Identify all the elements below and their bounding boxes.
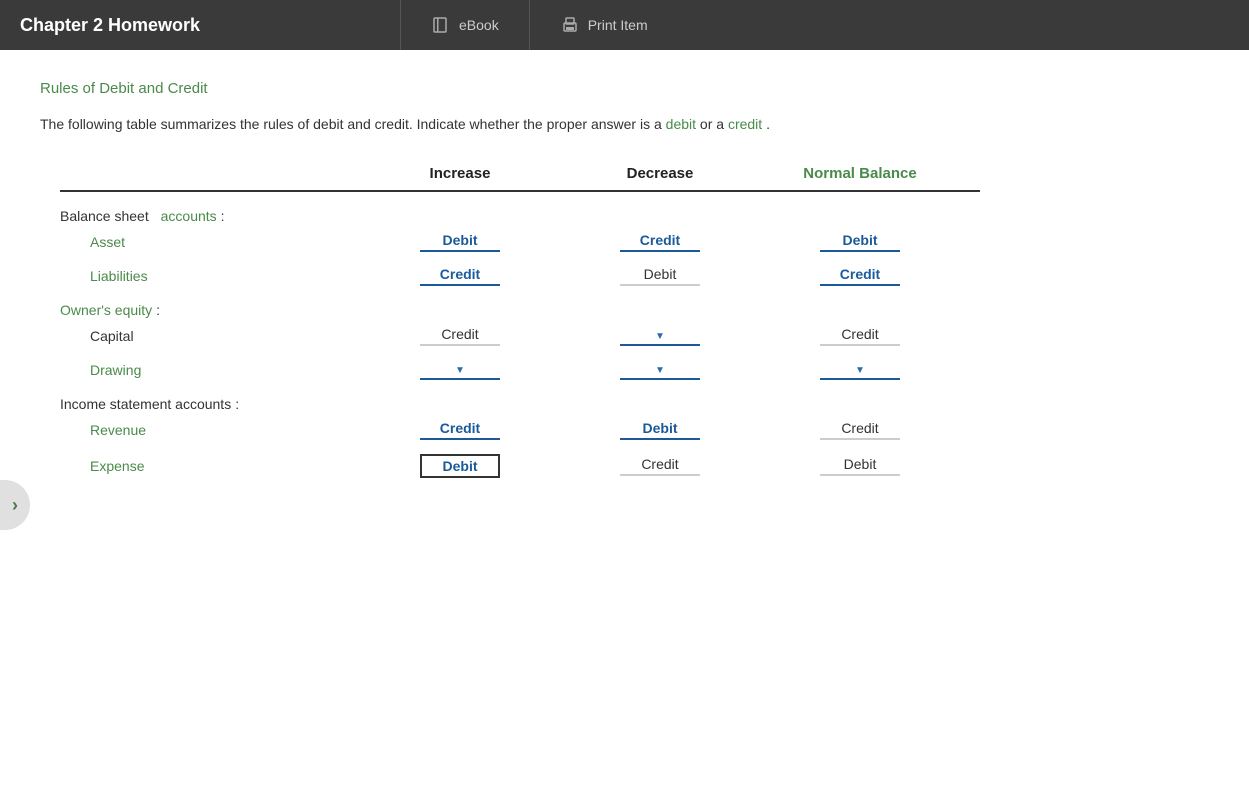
capital-normal-cell: Credit: [760, 326, 960, 346]
col-header-increase: Increase: [360, 165, 560, 182]
liabilities-decrease-value: Debit: [620, 266, 700, 286]
asset-normal-cell: Debit: [760, 232, 960, 252]
drawing-decrease-dropdown[interactable]: ▼: [620, 365, 700, 380]
capital-label: Capital: [60, 328, 360, 344]
expense-normal-cell: Debit: [760, 456, 960, 476]
asset-increase-cell: Debit: [360, 232, 560, 252]
col-header-normal: Normal Balance: [760, 165, 960, 182]
expense-decrease-value: Credit: [620, 456, 700, 476]
liabilities-increase-value: Credit: [420, 266, 500, 286]
capital-normal-value: Credit: [820, 326, 900, 346]
expense-row: Expense Debit Credit Debit: [60, 454, 980, 478]
expense-increase-cell: Debit: [360, 454, 560, 478]
revenue-increase-cell: Credit: [360, 420, 560, 440]
liabilities-normal-value: Credit: [820, 266, 900, 286]
intro-paragraph: The following table summarizes the rules…: [40, 113, 1209, 135]
rules-table: Increase Decrease Normal Balance Balance…: [60, 165, 980, 478]
expense-normal-value: Debit: [820, 456, 900, 476]
balance-sheet-text: Balance sheet: [60, 208, 149, 224]
revenue-increase-value: Credit: [420, 420, 500, 440]
balance-sheet-colon: :: [221, 208, 225, 224]
page-header: Chapter 2 Homework eBook Print Item: [0, 0, 1249, 50]
revenue-normal-value: Credit: [820, 420, 900, 440]
drawing-row: Drawing ▼ ▼ ▼: [60, 360, 980, 380]
owners-equity-text: Owner's equity: [60, 302, 152, 318]
page-title: Chapter 2 Homework: [0, 15, 400, 36]
print-icon: [560, 15, 580, 35]
expense-label: Expense: [60, 458, 360, 474]
drawing-normal-arrow: ▼: [855, 365, 865, 376]
liabilities-decrease-cell: Debit: [560, 266, 760, 286]
drawing-label: Drawing: [60, 362, 360, 378]
intro-end: .: [766, 116, 770, 132]
main-content: Rules of Debit and Credit The following …: [0, 50, 1249, 522]
income-statement-text: Income statement accounts: [60, 396, 231, 412]
ebook-tab-label: eBook: [459, 17, 499, 33]
drawing-increase-dropdown[interactable]: ▼: [420, 365, 500, 380]
drawing-increase-cell[interactable]: ▼: [360, 360, 560, 380]
balance-sheet-accounts: accounts: [161, 208, 217, 224]
revenue-normal-cell: Credit: [760, 420, 960, 440]
intro-debit-link[interactable]: debit: [666, 116, 696, 132]
asset-row: Asset Debit Credit Debit: [60, 232, 980, 252]
tab-ebook[interactable]: eBook: [400, 0, 529, 50]
balance-sheet-section-label: Balance sheet accounts:: [60, 208, 980, 224]
intro-text-start: The following table summarizes the rules…: [40, 116, 662, 132]
drawing-decrease-cell[interactable]: ▼: [560, 360, 760, 380]
print-tab-label: Print Item: [588, 17, 648, 33]
capital-decrease-arrow: ▼: [655, 331, 665, 342]
col-header-label: [60, 165, 360, 182]
income-statement-section-label: Income statement accounts:: [60, 396, 980, 412]
owners-equity-colon: :: [156, 302, 160, 318]
drawing-decrease-arrow: ▼: [655, 365, 665, 376]
capital-decrease-cell[interactable]: ▼: [560, 326, 760, 346]
revenue-decrease-cell: Debit: [560, 420, 760, 440]
col-header-decrease: Decrease: [560, 165, 760, 182]
capital-increase-value: Credit: [420, 326, 500, 346]
expense-decrease-cell: Credit: [560, 456, 760, 476]
income-statement-colon: :: [235, 396, 239, 412]
asset-decrease-cell: Credit: [560, 232, 760, 252]
asset-label: Asset: [60, 234, 360, 250]
capital-increase-cell: Credit: [360, 326, 560, 346]
expense-increase-value: Debit: [420, 454, 500, 478]
revenue-decrease-value: Debit: [620, 420, 700, 440]
owners-equity-section-label: Owner's equity:: [60, 302, 980, 318]
asset-normal-value: Debit: [820, 232, 900, 252]
drawing-increase-arrow: ▼: [455, 365, 465, 376]
capital-row: Capital Credit ▼ Credit: [60, 326, 980, 346]
liabilities-label: Liabilities: [60, 268, 360, 284]
intro-or-text: or a: [700, 116, 728, 132]
section-title: Rules of Debit and Credit: [40, 80, 1209, 97]
intro-credit-link[interactable]: credit: [728, 116, 762, 132]
revenue-row: Revenue Credit Debit Credit: [60, 420, 980, 440]
liabilities-normal-cell: Credit: [760, 266, 960, 286]
capital-decrease-dropdown[interactable]: ▼: [620, 331, 700, 346]
asset-decrease-value: Credit: [620, 232, 700, 252]
drawing-normal-dropdown[interactable]: ▼: [820, 365, 900, 380]
drawing-normal-cell[interactable]: ▼: [760, 360, 960, 380]
tab-print[interactable]: Print Item: [529, 0, 678, 50]
liabilities-increase-cell: Credit: [360, 266, 560, 286]
table-header-row: Increase Decrease Normal Balance: [60, 165, 980, 192]
liabilities-row: Liabilities Credit Debit Credit: [60, 266, 980, 286]
revenue-label: Revenue: [60, 422, 360, 438]
asset-increase-value: Debit: [420, 232, 500, 252]
book-icon: [431, 15, 451, 35]
